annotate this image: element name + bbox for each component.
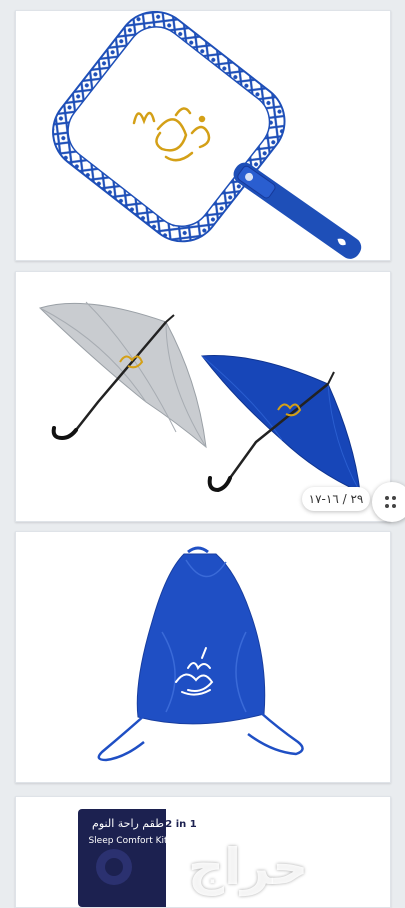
bag-illustration	[97, 546, 304, 762]
product-image-bag[interactable]	[15, 531, 391, 783]
gallery-counter: ٢٩ / ١٦-١٧	[302, 487, 370, 511]
kit-badge: 2 in 1	[165, 819, 196, 830]
product-image-umbrellas[interactable]	[15, 271, 391, 522]
more-options-button[interactable]	[372, 482, 405, 522]
haraj-watermark: حراج	[188, 838, 309, 896]
kit-title-en: Sleep Comfort Kit	[88, 836, 168, 846]
product-image-fan[interactable]	[15, 10, 391, 261]
kit-title-ar: طقم راحة النوم	[92, 817, 164, 830]
umbrellas-illustration	[39, 301, 361, 493]
fan-illustration	[52, 11, 362, 259]
